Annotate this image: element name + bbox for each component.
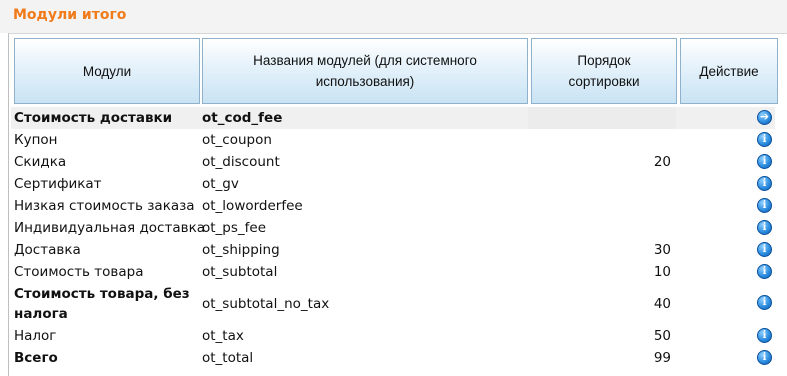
- info-icon[interactable]: i: [757, 350, 772, 365]
- module-code: ot_coupon: [202, 132, 272, 148]
- sort-order: 50: [653, 328, 671, 344]
- column-header-code-label: Названия модулей (для системного использ…: [253, 53, 477, 89]
- info-icon[interactable]: i: [757, 242, 772, 257]
- sort-order: 40: [653, 296, 671, 312]
- table-row[interactable]: Низкая стоимость заказа ot_loworderfee i: [11, 195, 775, 217]
- column-header-modules[interactable]: Модули: [14, 38, 200, 104]
- module-code: ot_discount: [202, 154, 280, 170]
- sort-order: 20: [653, 154, 671, 170]
- info-icon[interactable]: i: [757, 220, 772, 235]
- table-row[interactable]: Стоимость товара, без налога ot_subtotal…: [11, 283, 775, 327]
- module-code: ot_loworderfee: [202, 198, 303, 214]
- sort-order: [591, 107, 671, 129]
- info-icon[interactable]: i: [757, 264, 772, 279]
- info-icon[interactable]: i: [757, 154, 772, 169]
- sort-order: [591, 129, 671, 151]
- info-icon[interactable]: i: [757, 328, 772, 343]
- module-code: ot_subtotal_no_tax: [202, 296, 330, 312]
- info-icon[interactable]: i: [757, 176, 772, 191]
- table-row[interactable]: Скидка ot_discount 20 i: [11, 151, 775, 173]
- box-header: Модули итого: [0, 0, 787, 33]
- module-code: ot_total: [202, 350, 254, 366]
- page-title: Модули итого: [13, 7, 127, 23]
- info-icon[interactable]: i: [757, 198, 772, 213]
- sort-order: 10: [653, 264, 671, 280]
- module-name: Доставка: [14, 242, 81, 258]
- table-row[interactable]: Индивидуальная доставка ot_ps_fee i: [11, 217, 775, 239]
- module-code: ot_gv: [202, 176, 239, 192]
- info-icon[interactable]: i: [757, 132, 772, 147]
- module-code: ot_cod_fee: [202, 110, 283, 126]
- table-row[interactable]: Доставка ot_shipping 30 i: [11, 239, 775, 261]
- module-name: Скидка: [14, 154, 67, 170]
- module-code: ot_tax: [202, 328, 244, 344]
- module-name: Стоимость доставки: [14, 110, 173, 126]
- sort-order: 99: [653, 350, 671, 366]
- info-icon[interactable]: i: [757, 295, 772, 310]
- module-code: ot_shipping: [202, 242, 280, 258]
- sort-order: 30: [653, 242, 671, 258]
- table-row[interactable]: Стоимость товара ot_subtotal 10 i: [11, 261, 775, 283]
- table-row[interactable]: Налог ot_tax 50 i: [11, 325, 775, 347]
- column-header-sort-label: Порядок сортировки: [568, 53, 640, 89]
- table-row[interactable]: Купон ot_coupon i: [11, 129, 775, 151]
- module-name-line1: Стоимость товара, без: [14, 286, 190, 302]
- module-name: Всего: [14, 350, 58, 366]
- table-row[interactable]: Всего ot_total 99 i: [11, 347, 775, 369]
- arrow-right-icon[interactable]: ➔: [757, 110, 772, 125]
- sort-order: [591, 195, 671, 217]
- table-row[interactable]: Сертификат ot_gv i: [11, 173, 775, 195]
- column-header-code[interactable]: Названия модулей (для системного использ…: [202, 38, 528, 104]
- table-row[interactable]: Стоимость доставки ot_cod_fee ➔: [11, 107, 775, 129]
- module-name: Купон: [14, 132, 58, 148]
- column-header-action-label: Действие: [699, 63, 759, 79]
- sort-order: [591, 217, 671, 239]
- column-header-modules-label: Модули: [82, 63, 132, 79]
- module-code: ot_subtotal: [202, 264, 278, 280]
- module-name: Налог: [14, 328, 57, 344]
- column-header-sort[interactable]: Порядок сортировки: [531, 38, 677, 104]
- module-name-line2: налога: [14, 306, 68, 322]
- module-name: Сертификат: [14, 176, 102, 192]
- module-name: Стоимость товара: [14, 264, 144, 280]
- module-code: ot_ps_fee: [202, 220, 267, 236]
- sort-order: [591, 173, 671, 195]
- module-name: Индивидуальная доставка: [14, 220, 205, 236]
- module-name: Низкая стоимость заказа: [14, 198, 195, 214]
- column-header-action[interactable]: Действие: [680, 38, 778, 104]
